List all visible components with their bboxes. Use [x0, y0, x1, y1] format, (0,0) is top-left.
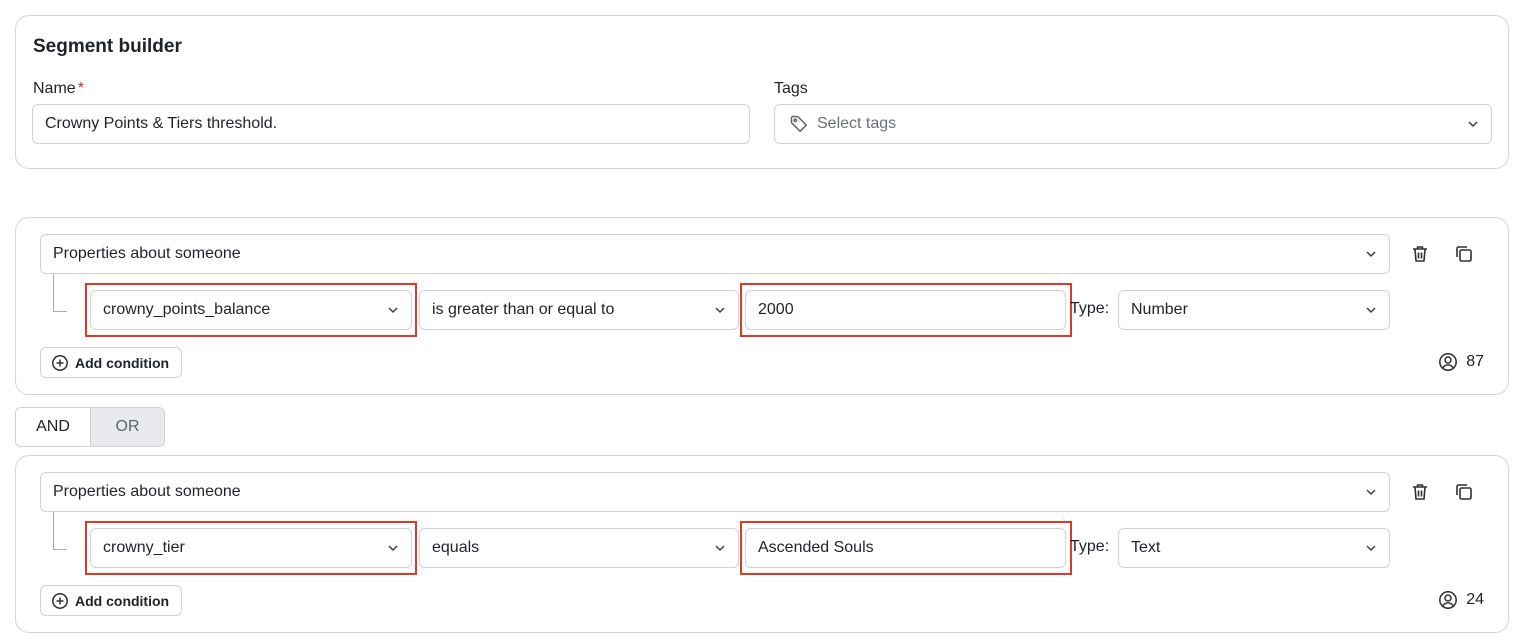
- or-toggle-button[interactable]: OR: [90, 408, 164, 446]
- operator-value: is greater than or equal to: [432, 301, 615, 318]
- name-label: Name *: [33, 80, 84, 98]
- chevron-down-icon: [1467, 118, 1479, 130]
- operator-value: equals: [432, 539, 480, 556]
- and-toggle-button[interactable]: AND: [16, 408, 90, 446]
- tags-label: Tags: [774, 80, 808, 97]
- user-circle-icon: [1438, 352, 1458, 372]
- chevron-down-icon: [1365, 486, 1377, 498]
- rule-group-1: Properties about someone crowny_points_b…: [15, 217, 1509, 395]
- add-condition-button[interactable]: Add condition: [40, 585, 182, 616]
- value-input[interactable]: 2000: [745, 290, 1066, 330]
- chevron-down-icon: [1365, 542, 1377, 554]
- audience-count: 24: [1438, 590, 1484, 610]
- copy-icon[interactable]: [1453, 243, 1475, 265]
- group-type-select[interactable]: Properties about someone: [40, 234, 1390, 274]
- audience-count-value: 24: [1466, 591, 1484, 608]
- chevron-down-icon: [714, 542, 726, 554]
- group-type-value: Properties about someone: [53, 245, 241, 262]
- tags-placeholder: Select tags: [817, 115, 897, 132]
- type-value: Number: [1131, 301, 1188, 318]
- property-value: crowny_tier: [103, 539, 185, 556]
- user-circle-icon: [1438, 590, 1458, 610]
- chevron-down-icon: [1365, 248, 1377, 260]
- trash-icon[interactable]: [1409, 481, 1431, 503]
- copy-icon[interactable]: [1453, 481, 1475, 503]
- condition-branch-line: [53, 274, 67, 312]
- name-input-value: Crowny Points & Tiers threshold.: [45, 115, 278, 132]
- property-select[interactable]: crowny_points_balance: [90, 290, 412, 330]
- trash-icon[interactable]: [1409, 243, 1431, 265]
- chevron-down-icon: [714, 304, 726, 316]
- segment-header-card: Segment builder Name * Crowny Points & Ti…: [15, 15, 1509, 169]
- property-value: crowny_points_balance: [103, 301, 271, 318]
- property-select[interactable]: crowny_tier: [90, 528, 412, 568]
- required-mark: *: [77, 80, 84, 97]
- type-select[interactable]: Number: [1118, 290, 1390, 330]
- tags-select[interactable]: Select tags: [774, 104, 1492, 144]
- audience-count-value: 87: [1466, 353, 1484, 370]
- group-type-select[interactable]: Properties about someone: [40, 472, 1390, 512]
- value-text: Ascended Souls: [758, 539, 874, 556]
- condition-branch-line: [53, 512, 67, 550]
- type-label: Type:: [1070, 300, 1110, 317]
- type-value: Text: [1131, 539, 1161, 556]
- chevron-down-icon: [387, 304, 399, 316]
- rule-group-2: Properties about someone crowny_tier equ…: [15, 455, 1509, 633]
- name-label-text: Name: [33, 80, 76, 97]
- value-text: 2000: [758, 301, 794, 318]
- group-type-value: Properties about someone: [53, 483, 241, 500]
- operator-select[interactable]: equals: [419, 528, 739, 568]
- plus-circle-icon: [51, 592, 69, 610]
- add-condition-button[interactable]: Add condition: [40, 347, 182, 378]
- tag-icon: [789, 114, 809, 134]
- plus-circle-icon: [51, 354, 69, 372]
- audience-count: 87: [1438, 352, 1484, 372]
- page-title: Segment builder: [33, 36, 182, 57]
- operator-select[interactable]: is greater than or equal to: [419, 290, 739, 330]
- value-input[interactable]: Ascended Souls: [745, 528, 1066, 568]
- chevron-down-icon: [1365, 304, 1377, 316]
- type-select[interactable]: Text: [1118, 528, 1390, 568]
- add-condition-label: Add condition: [75, 354, 170, 371]
- name-input[interactable]: Crowny Points & Tiers threshold.: [32, 104, 750, 144]
- type-label: Type:: [1070, 538, 1110, 555]
- add-condition-label: Add condition: [75, 592, 170, 609]
- chevron-down-icon: [387, 542, 399, 554]
- logic-toggle: AND OR: [15, 407, 165, 447]
